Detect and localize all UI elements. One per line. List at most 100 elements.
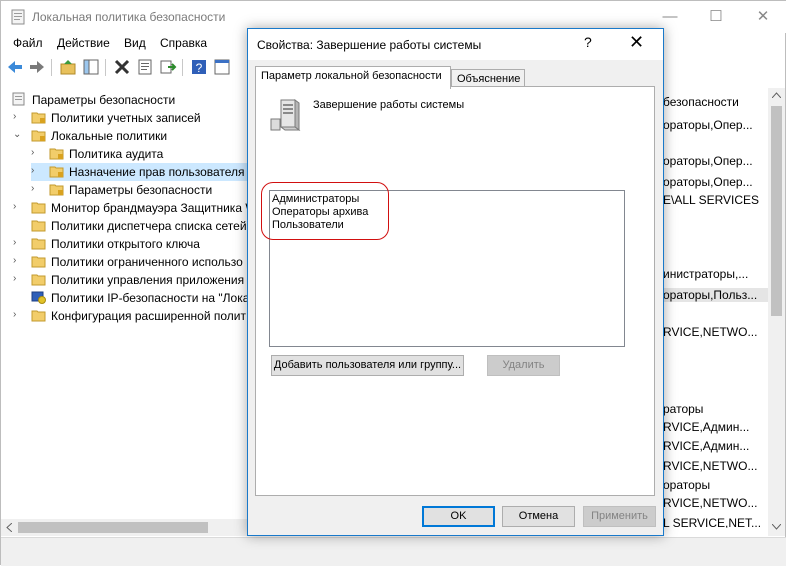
list-cell[interactable]: RVICE,Админ...	[663, 420, 749, 434]
tree-item-advanced-audit[interactable]: › Конфигурация расширенной полит	[13, 307, 247, 325]
up-folder-icon[interactable]	[59, 58, 77, 76]
delete-icon[interactable]	[113, 58, 131, 76]
tree-item-account-policies[interactable]: › Политики учетных записей	[13, 109, 247, 127]
policy-list-column: безопасности ораторы,Опер... ораторы,Опе…	[661, 88, 769, 528]
scroll-down-icon[interactable]	[772, 524, 781, 530]
folder-icon	[31, 112, 46, 124]
remove-button[interactable]: Удалить	[487, 355, 560, 376]
list-cell[interactable]: L SERVICE,NET...	[663, 516, 761, 528]
dialog-title-bar: Свойства: Завершение работы системы ? ✕	[248, 29, 663, 60]
folder-icon	[31, 310, 46, 322]
menu-file[interactable]: Файл	[13, 36, 43, 50]
folder-icon	[31, 130, 46, 142]
tree-item-public-key[interactable]: › Политики открытого ключа	[13, 235, 247, 253]
security-policy-icon	[11, 9, 25, 25]
dialog-close-button[interactable]: ✕	[629, 32, 644, 53]
apply-button[interactable]: Применить	[583, 506, 656, 527]
close-window-button[interactable]: ✕	[740, 1, 786, 32]
back-arrow-icon[interactable]	[6, 58, 24, 76]
chevron-right-icon[interactable]: ›	[13, 273, 25, 285]
chevron-down-icon[interactable]: ⌄	[13, 129, 25, 141]
tree-item-network-list[interactable]: Политики диспетчера списка сетей	[13, 217, 247, 235]
toolbar-separator	[182, 59, 183, 76]
scroll-up-icon[interactable]	[772, 92, 781, 98]
folder-icon	[49, 148, 64, 160]
tree-item-app-control[interactable]: › Политики управления приложения	[13, 271, 247, 289]
maximize-button[interactable]: ☐	[693, 1, 739, 32]
export-list-icon[interactable]	[159, 58, 177, 76]
tree-item-label: Параметры безопасности	[32, 93, 176, 107]
menu-help[interactable]: Справка	[160, 36, 207, 50]
tree-item-firewall[interactable]: › Монитор брандмауэра Защитника W	[13, 199, 257, 217]
svg-text:?: ?	[196, 61, 203, 75]
toolbar-separator	[105, 59, 106, 76]
folder-icon	[49, 166, 64, 178]
chevron-right-icon[interactable]: ›	[13, 111, 25, 123]
help-icon[interactable]: ?	[190, 58, 208, 76]
list-cell[interactable]: ораторы,Опер...	[663, 154, 753, 168]
dialog-help-button[interactable]: ?	[584, 34, 592, 50]
tree-item-software-restriction[interactable]: › Политики ограниченного использо	[13, 253, 247, 271]
scroll-left-icon[interactable]	[6, 523, 12, 532]
folder-icon	[49, 184, 64, 196]
vertical-scrollbar[interactable]	[768, 88, 785, 536]
tree-item-label: Политики диспетчера списка сетей	[51, 219, 247, 233]
chevron-right-icon[interactable]: ›	[13, 237, 25, 249]
list-cell[interactable]: ораторы,Опер...	[663, 175, 753, 189]
tree-item-label: Политики ограниченного использо	[51, 255, 243, 269]
navigation-tree: Параметры безопасности › Политики учетны…	[1, 88, 257, 518]
policy-title: Завершение работы системы	[313, 99, 465, 111]
properties-icon[interactable]	[136, 58, 154, 76]
list-cell[interactable]: RVICE,NETWO...	[663, 325, 757, 339]
list-cell[interactable]: ораторы,Опер...	[663, 118, 753, 132]
server-icon	[270, 99, 301, 131]
list-cell[interactable]: RVICE,NETWO...	[663, 459, 757, 473]
tree-item-root[interactable]: Параметры безопасности	[11, 91, 247, 109]
menu-action[interactable]: Действие	[57, 36, 110, 50]
ok-button[interactable]: OK	[422, 506, 495, 527]
dialog-title: Свойства: Завершение работы системы	[257, 38, 482, 52]
folder-icon	[31, 256, 46, 268]
tree-item-label: Назначение прав пользователя	[69, 165, 245, 179]
folder-icon	[31, 220, 46, 232]
list-cell[interactable]: RVICE,Админ...	[663, 439, 749, 453]
chevron-right-icon[interactable]: ›	[13, 255, 25, 267]
tree-item-user-rights[interactable]: › Назначение прав пользователя	[31, 163, 247, 181]
folder-icon	[31, 274, 46, 286]
tree-item-label: Политики открытого ключа	[51, 237, 200, 251]
chevron-right-icon[interactable]: ›	[13, 309, 25, 321]
tree-item-security-options[interactable]: › Параметры безопасности	[31, 181, 247, 199]
tree-item-label: Параметры безопасности	[69, 183, 213, 197]
tree-item-audit-policy[interactable]: › Политика аудита	[31, 145, 247, 163]
tree-item-label: Политики управления приложения	[51, 273, 245, 287]
tree-item-ip-security[interactable]: Политики IP-безопасности на "Лока	[13, 289, 250, 307]
chevron-right-icon[interactable]: ›	[31, 165, 43, 177]
chevron-right-icon[interactable]: ›	[31, 147, 43, 159]
add-user-button[interactable]: Добавить пользователя или группу...	[271, 355, 464, 376]
chevron-right-icon[interactable]: ›	[13, 201, 25, 213]
horizontal-scrollbar[interactable]	[1, 519, 249, 536]
list-cell[interactable]: E\ALL SERVICES	[663, 193, 759, 207]
chevron-right-icon[interactable]: ›	[31, 183, 43, 195]
console-icon[interactable]	[213, 58, 231, 76]
cancel-button[interactable]: Отмена	[502, 506, 575, 527]
list-cell[interactable]: раторы	[663, 402, 703, 416]
tree-item-label: Политики учетных записей	[51, 111, 201, 125]
list-cell[interactable]: RVICE,NETWO...	[663, 496, 757, 510]
show-hide-tree-icon[interactable]	[82, 58, 100, 76]
tree-item-local-policies[interactable]: ⌄ Локальные политики	[13, 127, 247, 145]
scrollbar-thumb[interactable]	[771, 106, 782, 316]
toolbar-separator	[51, 59, 52, 76]
scrollbar-thumb[interactable]	[18, 522, 208, 533]
list-cell[interactable]: безопасности	[663, 95, 739, 109]
forward-arrow-icon[interactable]	[28, 58, 46, 76]
list-cell[interactable]: инистраторы,...	[663, 267, 748, 281]
list-cell[interactable]: ораторы	[663, 478, 710, 492]
tree-item-label: Политики IP-безопасности на "Лока	[51, 291, 250, 305]
tree-item-label: Монитор брандмауэра Защитника W	[51, 201, 257, 215]
tab-local-security-setting[interactable]: Параметр локальной безопасности	[255, 66, 451, 89]
folder-icon	[31, 238, 46, 250]
status-bar	[1, 537, 786, 566]
list-cell-highlighted[interactable]: ораторы,Польз...	[663, 288, 769, 302]
menu-view[interactable]: Вид	[124, 36, 146, 50]
